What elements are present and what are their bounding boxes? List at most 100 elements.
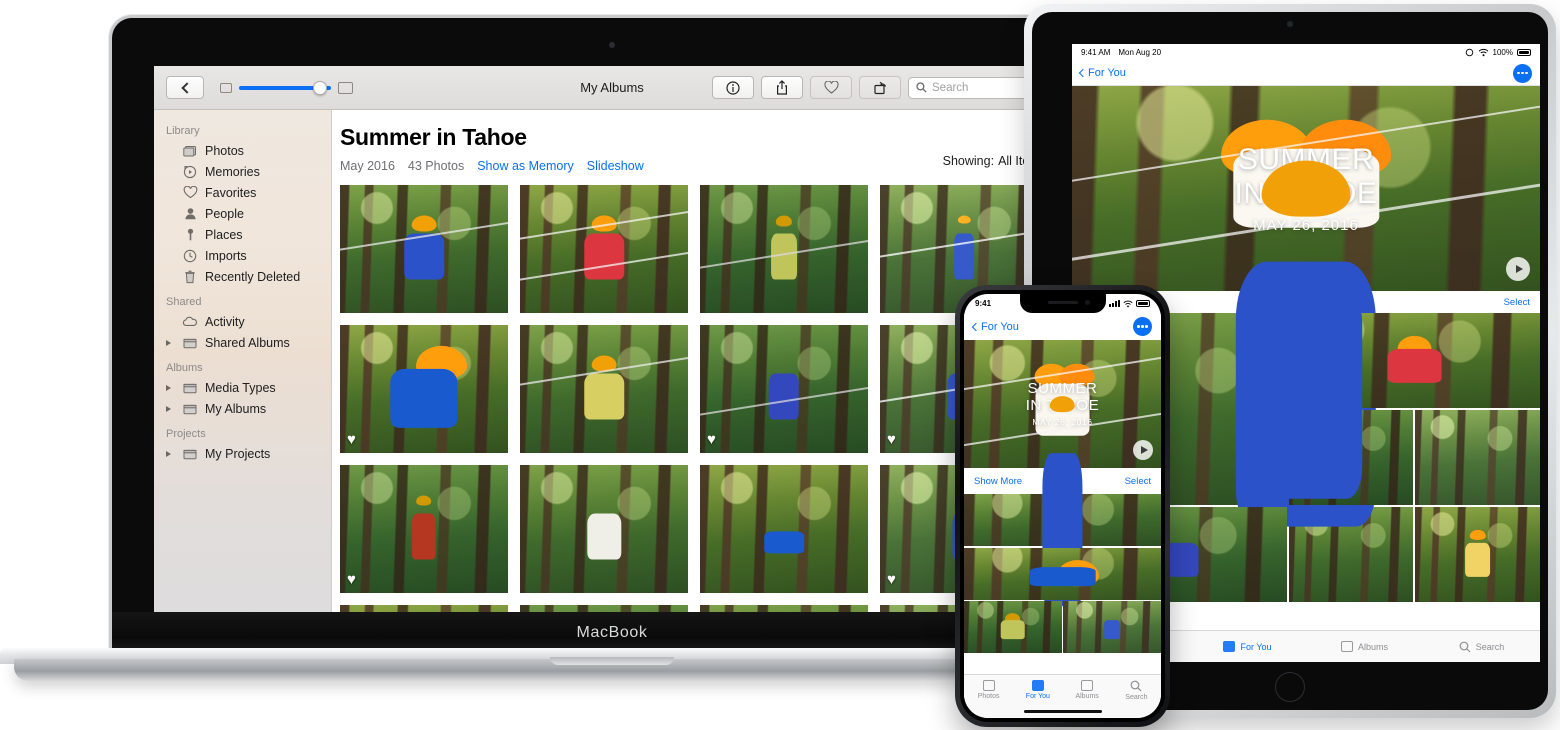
favorite-badge-icon: ♥ [887,432,896,447]
zoom-slider-knob[interactable] [313,81,327,95]
disclosure-triangle[interactable] [166,385,175,391]
heart-icon [182,186,198,199]
chevron-left-icon [1079,69,1087,77]
tab-albums[interactable]: Albums [1306,641,1423,652]
thumbnail-zoom-slider[interactable] [220,82,353,94]
photo-thumbnail[interactable] [700,465,868,593]
favorite-button[interactable] [810,76,852,99]
sidebar-group-title: Albums [154,360,331,377]
sidebar-item-imports[interactable]: Imports [154,245,331,266]
albums-icon [1341,641,1353,652]
iphone-photo-mosaic [964,494,1161,653]
sidebar-item-recently-deleted[interactable]: Recently Deleted [154,266,331,287]
photo-thumbnail[interactable] [340,185,508,313]
back-button[interactable] [166,76,204,99]
status-time: 9:41 [975,299,991,308]
ipad-nav-bar: For You [1072,61,1540,86]
photo-thumbnail[interactable] [1415,410,1540,505]
sidebar-item-my-albums[interactable]: My Albums [154,398,331,419]
home-indicator[interactable] [1024,710,1102,714]
sidebar-item-favorites[interactable]: Favorites [154,182,331,203]
play-icon[interactable] [1133,440,1153,460]
photo-thumbnail[interactable] [700,185,868,313]
tab-label: For You [1240,642,1271,652]
sidebar-item-photos[interactable]: Photos [154,140,331,161]
favorite-badge-icon: ♥ [347,432,356,447]
album-date: May 2016 [340,159,395,173]
ipad-status-bar: 9:41 AM Mon Aug 20 100% [1072,44,1540,61]
tab-label: Search [1476,642,1505,652]
photo-thumbnail[interactable]: ♥ [700,325,868,453]
rotate-button[interactable] [859,76,901,99]
tab-search[interactable]: Search [1423,641,1540,653]
large-thumbnail-icon [338,82,353,94]
sidebar-item-people[interactable]: People [154,203,331,224]
disclosure-triangle[interactable] [166,406,175,412]
tab-albums[interactable]: Albums [1063,680,1112,700]
sidebar-item-label: Recently Deleted [205,270,300,284]
chevron-left-icon [972,322,980,330]
favorite-badge-icon: ♥ [707,432,716,447]
ipad-home-button[interactable] [1275,672,1305,702]
ipad-camera [1287,21,1293,27]
zoom-slider-track[interactable] [239,86,331,90]
select-button[interactable]: Select [1504,297,1530,308]
photo-thumbnail[interactable] [520,185,688,313]
folder-icon [182,382,198,394]
photos-icon [983,680,995,691]
sidebar-item-media-types[interactable]: Media Types [154,377,331,398]
status-time: 9:41 AM [1081,48,1110,57]
sidebar-group-shared: Shared Activity [154,294,331,353]
speaker-icon [1048,301,1078,304]
battery-icon [1136,300,1150,307]
signal-icon [1109,300,1120,307]
for-you-icon [1223,641,1235,652]
pin-icon [182,228,198,242]
person-icon [182,207,198,220]
photo-thumbnail[interactable] [520,465,688,593]
share-button[interactable] [761,76,803,99]
play-icon[interactable] [1506,257,1530,281]
page-title: Summer in Tahoe [332,124,1070,151]
show-as-memory-link[interactable]: Show as Memory [477,159,574,173]
status-date: Mon Aug 20 [1118,48,1161,57]
tab-photos[interactable]: Photos [964,680,1013,700]
search-icon [1459,641,1471,653]
back-button[interactable]: For You [973,321,1019,333]
sidebar-item-label: Places [205,228,243,242]
photo-thumbnail[interactable] [964,548,1161,600]
sidebar-group-title: Library [154,123,331,140]
slideshow-link[interactable]: Slideshow [587,159,644,173]
more-icon[interactable] [1133,317,1152,336]
sidebar-item-activity[interactable]: Activity [154,311,331,332]
tab-search[interactable]: Search [1112,680,1161,701]
rotation-lock-icon [1465,48,1474,57]
photo-thumbnail[interactable] [964,494,1161,546]
photo-thumbnail[interactable] [1063,601,1161,653]
sidebar-item-shared-albums[interactable]: Shared Albums [154,332,331,353]
back-button[interactable]: For You [1080,67,1126,79]
photo-thumbnail[interactable]: ♥ [340,325,508,453]
iphone-tab-bar: Photos For You Albums Search [964,674,1161,718]
show-more-button[interactable]: Show More [974,476,1022,487]
disclosure-triangle[interactable] [166,451,175,457]
photo-thumbnail[interactable] [520,325,688,453]
info-button[interactable] [712,76,754,99]
sidebar-item-memories[interactable]: Memories [154,161,331,182]
photo-thumbnail[interactable] [1415,507,1540,602]
more-icon[interactable] [1513,64,1532,83]
search-icon [916,82,927,93]
search-input[interactable]: Search [932,82,968,94]
folder-icon [182,448,198,460]
photo-thumbnail[interactable]: ♥ [340,465,508,593]
sidebar-item-my-projects[interactable]: My Projects [154,443,331,464]
album-photo-count: 43 Photos [408,159,464,173]
tab-for-you[interactable]: For You [1013,680,1062,700]
sidebar-group-library: Library Photos [154,123,331,287]
select-button[interactable]: Select [1125,476,1151,487]
sidebar-item-places[interactable]: Places [154,224,331,245]
front-camera-icon [1085,300,1090,305]
disclosure-triangle[interactable] [166,340,175,346]
photo-thumbnail[interactable] [964,601,1062,653]
tab-for-you[interactable]: For You [1189,641,1306,652]
